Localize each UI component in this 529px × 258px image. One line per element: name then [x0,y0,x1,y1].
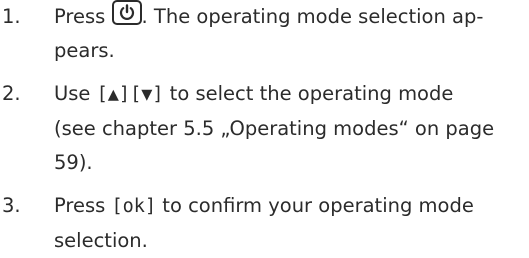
step-text-fragment: Press [54,194,112,217]
step-text-fragment: 59). [54,151,93,174]
step-3: 3. Press [ok] to confirm your operating … [0,189,529,258]
step-text-fragment: Use [54,82,97,105]
step-text-fragment: pears. [54,39,115,62]
ok-key-label: [ok] [111,196,157,217]
step-text-fragment: Press [54,5,112,28]
step-number: 1. [2,5,21,28]
step-number: 3. [2,194,21,217]
step-1: 1. Press . The operating mode selection … [0,0,529,68]
step-number: 2. [2,82,21,105]
step-text: Use [▲][▼] to select the operating mode (… [54,77,529,180]
power-icon [111,0,142,25]
step-text-fragment: . The operating mode selection ap- [141,5,484,28]
step-text-fragment: selection. [54,229,148,252]
down-key-label: [▼] [130,84,164,105]
step-text-fragment: to select the operating mode [163,82,454,105]
instruction-steps: 1. Press . The operating mode selection … [0,0,529,258]
step-text-fragment: (see chapter 5.5 „Operating modes“ on pa… [54,117,495,140]
step-text: Press . The operating mode selection ap-… [54,0,529,68]
step-text-fragment: to confirm your operating mode [156,194,474,217]
step-text: Press [ok] to confirm your operating mod… [54,189,529,258]
up-key-label: [▲] [96,84,131,105]
step-2: 2. Use [▲][▼] to select the operating mo… [0,77,529,180]
